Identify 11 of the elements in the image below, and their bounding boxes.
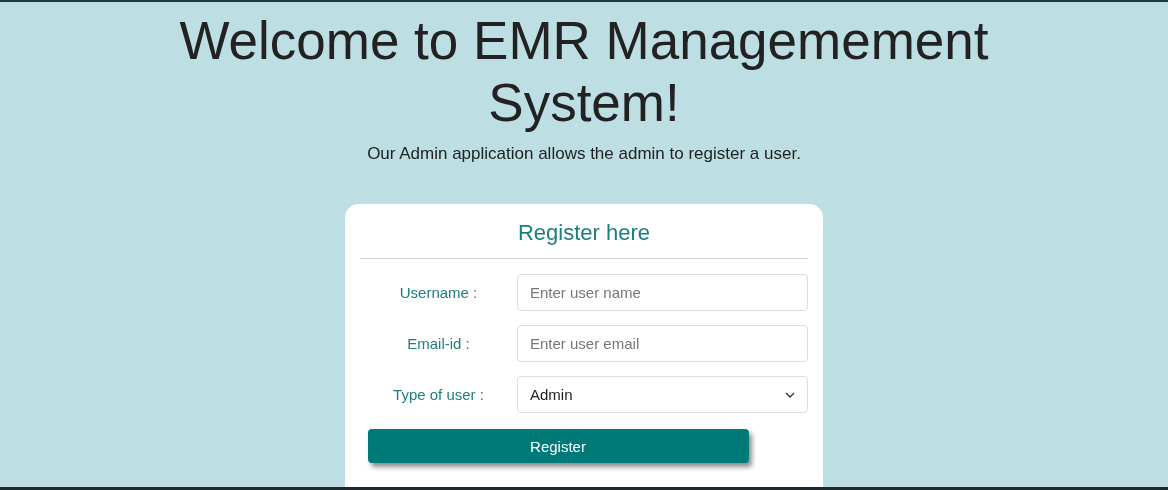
chevron-down-icon — [785, 391, 795, 398]
field-label: Username : — [398, 284, 479, 301]
page-subtitle: Our Admin application allows the admin to register a user. — [367, 144, 801, 164]
input-field[interactable]: Enter user name — [517, 274, 808, 311]
form-title: Register here — [516, 220, 652, 247]
field-label: Type of user : — [392, 386, 485, 403]
register-button[interactable]: Register — [367, 429, 749, 463]
page-heading: Welcome to EMR Managemement System! — [178, 10, 990, 134]
user-type-select[interactable]: Admin — [517, 376, 808, 413]
field-label: Email-id : — [406, 335, 471, 352]
input-field[interactable]: Enter user email — [517, 325, 808, 362]
